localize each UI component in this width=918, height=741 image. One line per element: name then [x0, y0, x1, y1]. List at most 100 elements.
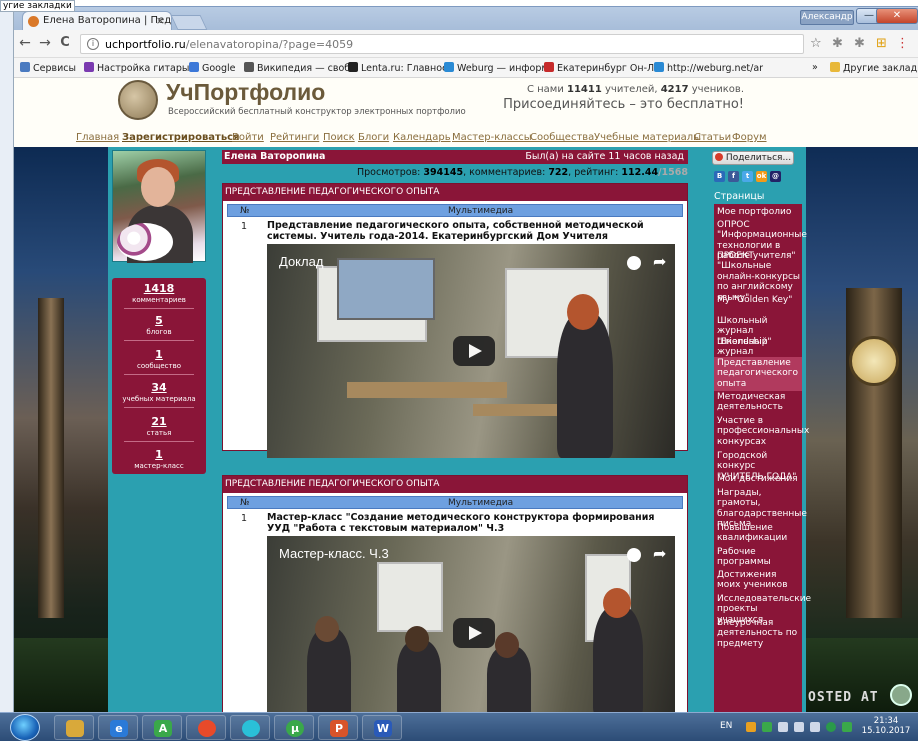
volume-icon[interactable] — [794, 722, 804, 732]
nav-blogs[interactable]: Блоги — [358, 132, 389, 143]
stat-articles[interactable]: 21 статья — [112, 415, 206, 437]
stat-comments[interactable]: 1418 комментариев — [112, 282, 206, 304]
play-button[interactable] — [453, 336, 495, 366]
sidebar-page-link[interactable]: Внеурочная деятельность по предмету — [714, 617, 802, 653]
sidebar-page-link[interactable]: Городской конкурс "УЧИТЕЛЬ ГОДА" — [714, 450, 802, 482]
accessibility-icon[interactable] — [890, 684, 912, 706]
tab-close-icon[interactable]: × — [156, 14, 165, 27]
taskbar-app-powerpoint[interactable]: P — [318, 715, 358, 740]
sidebar-page-link[interactable]: Методическая деятельность — [714, 391, 802, 415]
taskbar-app-a[interactable]: A — [142, 715, 182, 740]
nav-login[interactable]: Войти — [232, 132, 264, 143]
sidebar-page-link[interactable]: Школьный журнал "TeenLife" — [714, 336, 802, 368]
bookmark-item[interactable]: Екатеринбург Он-Лі — [544, 62, 657, 74]
sidebar-page-link[interactable]: Мои достижения — [714, 473, 802, 487]
stat-blogs[interactable]: 5 блогов — [112, 314, 206, 336]
nav-forum[interactable]: Форум — [732, 132, 767, 143]
facebook-icon[interactable]: f — [728, 171, 739, 182]
profile-counters: Просмотров: 394145, комментариев: 722, р… — [357, 167, 688, 178]
page-viewport[interactable]: УчПортфолио Всероссийский бесплатный кон… — [14, 78, 918, 712]
vk-icon[interactable]: B — [714, 171, 725, 182]
nav-calendar[interactable]: Календарь — [393, 132, 451, 143]
play-button[interactable] — [453, 618, 495, 648]
taskbar-app-word[interactable]: W — [362, 715, 402, 740]
taskbar-app-media[interactable] — [230, 715, 270, 740]
bookmark-item[interactable]: Настройка гитары о — [84, 62, 198, 74]
stat-master-classes[interactable]: 1 мастер-класс — [112, 448, 206, 470]
bookmark-item[interactable]: Википедия — свобо — [244, 62, 356, 74]
taskbar-app-ie[interactable]: e — [98, 715, 138, 740]
bookmark-item[interactable]: Lenta.ru: Главное: — [348, 62, 451, 74]
tray-icon[interactable] — [842, 722, 852, 732]
back-button[interactable]: ← — [16, 35, 34, 51]
tray-icon[interactable] — [826, 722, 836, 732]
bookmark-item[interactable]: Сервисы — [20, 62, 76, 74]
mail-icon[interactable]: @ — [770, 171, 781, 182]
bookmark-star-icon[interactable]: ☆ — [810, 36, 822, 51]
bookmarks-more[interactable]: » — [812, 62, 818, 73]
nav-materials[interactable]: Учебные материалы — [594, 132, 701, 143]
sidebar-page-link[interactable]: ПРОЕКТ "Школьные онлайн-конкурсы по англ… — [714, 250, 802, 303]
new-tab-button[interactable] — [170, 15, 208, 30]
tray-icon[interactable] — [746, 722, 756, 732]
odnoklassniki-icon[interactable]: ok — [756, 171, 767, 182]
video-player[interactable]: Мастер-класс. Ч.3 ➦ — [267, 536, 675, 712]
nav-master-classes[interactable]: Мастер-классы — [452, 132, 532, 143]
start-button[interactable] — [10, 714, 40, 741]
sidebar-page-link[interactable]: My "Golden Key" — [714, 294, 802, 315]
nav-ratings[interactable]: Рейтинги — [270, 132, 319, 143]
sidebar-page-link[interactable]: Исследовательские проекты учащихся — [714, 593, 811, 625]
sidebar-page-link[interactable]: Рабочие программы — [714, 546, 802, 569]
avatar[interactable] — [112, 150, 206, 263]
address-bar[interactable]: i uchportfolio.ru/elenavatoropina/?page=… — [80, 34, 804, 54]
sidebar-page-link[interactable]: ОПРОС "Информационные технологии в работ… — [714, 219, 807, 261]
watch-later-icon[interactable] — [627, 256, 641, 270]
nav-articles[interactable]: Статьи — [694, 132, 731, 143]
reload-button[interactable]: C — [56, 35, 74, 50]
browser-tab[interactable]: Елена Ватоpопина | Пед × — [22, 11, 172, 31]
share-arrow-icon[interactable]: ➦ — [653, 252, 666, 271]
site-logo[interactable]: УчПортфолио — [166, 79, 325, 106]
weburg-icon — [444, 62, 454, 72]
title-bar[interactable]: Елена Ватоpопина | Пед × Александр — ✕ — [14, 6, 918, 31]
nav-communities[interactable]: Сообщества — [530, 132, 594, 143]
share-arrow-icon[interactable]: ➦ — [653, 544, 666, 563]
network-icon[interactable] — [810, 722, 820, 732]
sidebar-page-link[interactable]: Повышение квалификации — [714, 522, 802, 546]
other-bookmarks[interactable]: Другие закладки — [830, 62, 918, 74]
profile-chip[interactable]: Александр — [800, 10, 854, 25]
forward-button[interactable]: → — [36, 35, 54, 51]
taskbar-app-torrent[interactable]: µ — [274, 715, 314, 740]
stat-communities[interactable]: 1 сообщество — [112, 348, 206, 370]
sidebar-page-link[interactable]: Представление педагогического опыта — [714, 357, 802, 391]
share-button[interactable]: Поделиться... — [712, 151, 794, 165]
sidebar-page-link[interactable]: Школьный журнал "Friendship" — [714, 315, 802, 347]
watch-later-icon[interactable] — [627, 548, 641, 562]
menu-icon[interactable]: ⋮ — [896, 36, 909, 51]
bookmark-item[interactable]: Weburg — информа — [444, 62, 554, 74]
sidebar-page-link[interactable]: Достижения моих учеников — [714, 569, 802, 593]
bookmark-item[interactable]: Google — [189, 62, 236, 74]
extension-icon[interactable]: ✱ — [854, 36, 865, 51]
taskbar-app-chrome[interactable] — [186, 715, 226, 740]
nav-search[interactable]: Поиск — [323, 132, 355, 143]
nav-home[interactable]: Главная — [76, 132, 119, 143]
info-icon[interactable]: i — [87, 38, 99, 50]
cart-icon[interactable]: ⊞ — [876, 36, 887, 51]
sidebar-page-link[interactable]: Награды, грамоты, благодарственные письм… — [714, 487, 807, 529]
bookmark-item[interactable]: http://weburg.net/ar — [654, 62, 763, 74]
stat-materials[interactable]: 34 учебных материала — [112, 381, 206, 403]
sidebar-page-link[interactable]: Участие в профессиональных конкурсах — [714, 415, 809, 450]
logo-globe-icon[interactable] — [118, 80, 158, 120]
tray-icon[interactable] — [778, 722, 788, 732]
nav-register[interactable]: Зарегистрироваться — [122, 132, 240, 143]
sidebar-page-link[interactable]: Мое портфолио — [714, 206, 802, 219]
video-player[interactable]: Доклад ➦ — [267, 244, 675, 458]
close-window-button[interactable]: ✕ — [876, 8, 918, 24]
extension-icon[interactable]: ✱ — [832, 36, 843, 51]
taskbar-app-explorer[interactable] — [54, 715, 94, 740]
tray-icon[interactable] — [762, 722, 772, 732]
twitter-icon[interactable]: t — [742, 171, 753, 182]
system-clock[interactable]: 21:34 15.10.2017 — [858, 716, 914, 736]
language-indicator[interactable]: EN — [720, 721, 732, 731]
